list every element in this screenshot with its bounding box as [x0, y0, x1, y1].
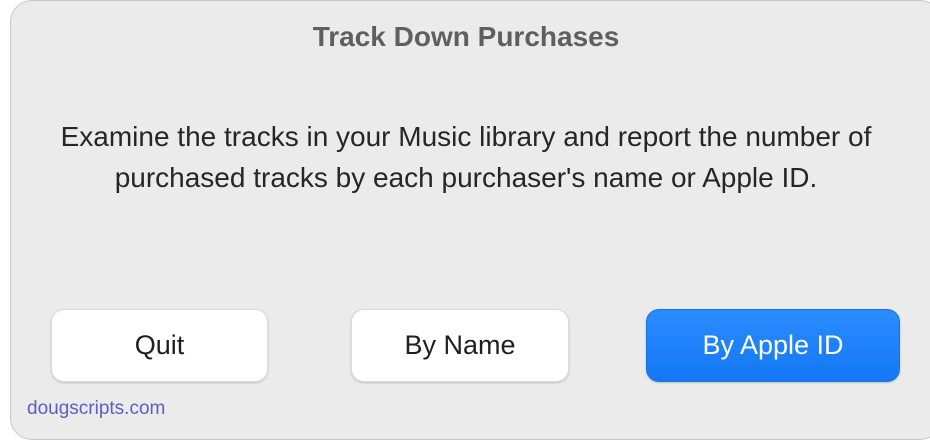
by-apple-id-button[interactable]: By Apple ID	[646, 309, 900, 382]
by-name-button[interactable]: By Name	[351, 309, 569, 382]
quit-button[interactable]: Quit	[51, 309, 268, 382]
dougscripts-link[interactable]: dougscripts.com	[27, 398, 165, 420]
dialog-title: Track Down Purchases	[312, 21, 620, 52]
track-down-purchases-dialog: Track Down Purchases Examine the tracks …	[10, 0, 930, 440]
dialog-message: Examine the tracks in your Music library…	[60, 121, 872, 193]
